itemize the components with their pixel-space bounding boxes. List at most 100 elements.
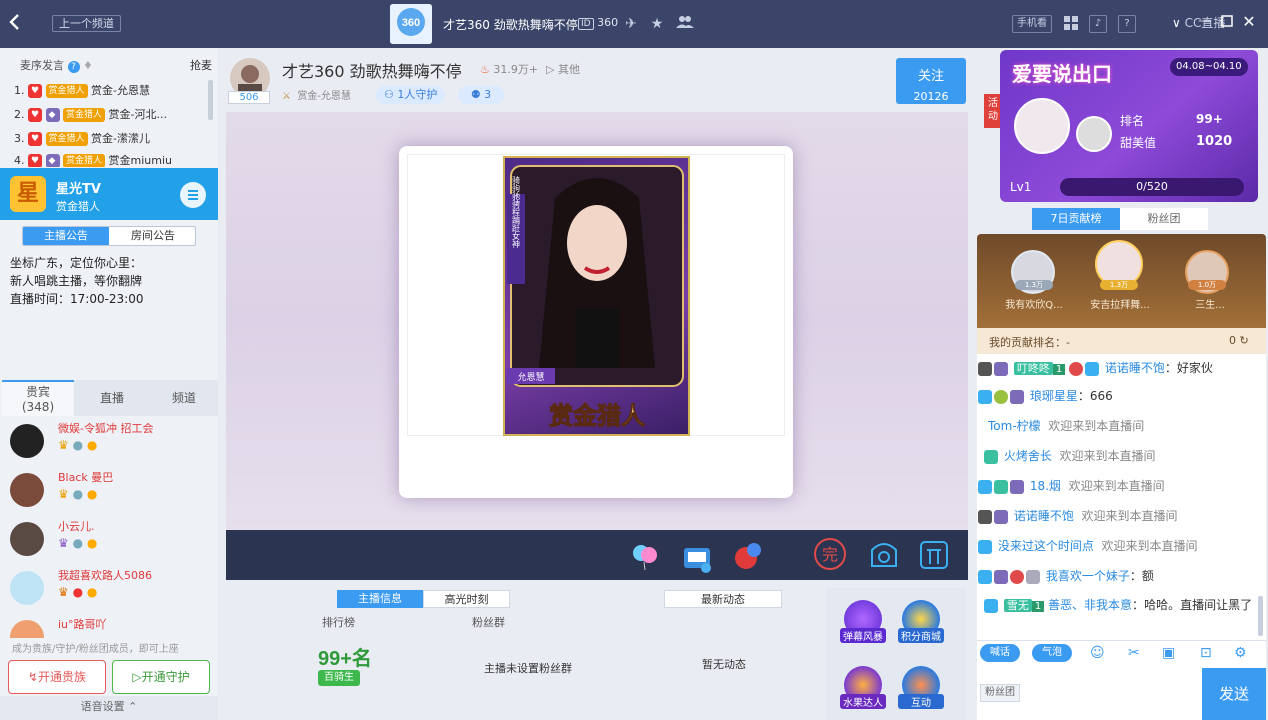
viewer-item[interactable]: 微娱-令狐冲 招工会 ♛ ● ● bbox=[8, 420, 208, 464]
avatar bbox=[10, 571, 44, 605]
mic-rank-row[interactable]: 4. ♥ ◆ 赏金猎人 赏金miumiu bbox=[14, 151, 214, 167]
guard-button[interactable]: ⚇ 1人守护 bbox=[376, 86, 446, 104]
fan-group-tag[interactable]: 粉丝团 bbox=[980, 684, 1020, 702]
shield-badge-icon bbox=[994, 361, 1008, 376]
chat-message[interactable]: 雪无 1 善恶、非我本意：哈哈。直播间让黑了 bbox=[984, 596, 1254, 616]
back-arrow-icon[interactable] bbox=[8, 12, 28, 36]
fruit-master-app[interactable]: 水果达人 bbox=[840, 666, 886, 712]
viewer-item[interactable]: 小云儿. ♛ ● ● bbox=[8, 518, 208, 562]
bubble-button[interactable]: 气泡 bbox=[1032, 644, 1072, 662]
open-noble-button[interactable]: ↯开通贵族 bbox=[8, 660, 106, 694]
emoji-icon[interactable]: ☺ bbox=[1090, 645, 1105, 661]
tab-channel[interactable]: 频道 bbox=[148, 380, 220, 416]
shop-icon[interactable] bbox=[916, 536, 952, 572]
bag-icon[interactable] bbox=[866, 536, 902, 572]
close-icon[interactable]: ✕ bbox=[1240, 13, 1258, 31]
rank-number: 3. bbox=[14, 132, 25, 145]
no-news: 暂无动态 bbox=[702, 658, 746, 671]
speak-button[interactable]: 喊话 bbox=[980, 644, 1020, 662]
grid-icon[interactable] bbox=[1062, 15, 1080, 33]
chat-user[interactable]: 琅琊星星 bbox=[1030, 389, 1078, 403]
voice-settings[interactable]: 语音设置 ⌃ bbox=[0, 696, 218, 720]
minimize-icon[interactable]: — bbox=[1196, 12, 1214, 30]
viewer-tabs: 贵宾 (348) 直播 频道 bbox=[2, 380, 218, 416]
tab-latest-news[interactable]: 最新动态 bbox=[664, 590, 782, 608]
tab-anchor-notice[interactable]: 主播公告 bbox=[23, 227, 109, 245]
chevron-down-icon[interactable]: ∨ bbox=[1172, 16, 1181, 30]
bell-icon[interactable]: ♪ bbox=[1089, 15, 1107, 33]
send-button[interactable]: 发送 bbox=[1202, 668, 1266, 720]
points-mall-app[interactable]: 积分商城 bbox=[898, 600, 944, 646]
help-icon[interactable]: ? bbox=[1118, 15, 1136, 33]
follow-button[interactable]: 关注 20126 bbox=[896, 58, 966, 104]
interact-app[interactable]: 互动 bbox=[898, 666, 944, 712]
chat-message[interactable]: 18.烟 欢迎来到本直播间 bbox=[978, 474, 1263, 502]
chat-input[interactable] bbox=[1030, 672, 1198, 716]
gift-box-icon[interactable] bbox=[680, 540, 714, 574]
chat-user[interactable]: 没来过这个时间点 bbox=[998, 539, 1094, 553]
mic-rank-row[interactable]: 1. ♥ 赏金猎人 赏金-允恩慧 bbox=[14, 80, 214, 102]
viewer-item[interactable]: 我超喜欢路人5086 ♛ ● ● bbox=[8, 567, 208, 611]
menu-icon[interactable] bbox=[180, 182, 206, 208]
chat-user[interactable]: 叮咚咚 bbox=[1013, 362, 1053, 375]
grab-mic-button[interactable]: 抢麦 bbox=[190, 57, 212, 73]
chat-user[interactable]: 18.烟 bbox=[1030, 479, 1061, 493]
banner-sweet-value: 1020 bbox=[1196, 134, 1233, 149]
tab-fan-club[interactable]: 粉丝团 bbox=[1120, 208, 1208, 230]
follow-label: 关注 bbox=[917, 69, 944, 84]
tab-host-info[interactable]: 主播信息 bbox=[337, 590, 423, 608]
chat-user[interactable]: 诺诺睡不饱 bbox=[1105, 361, 1165, 375]
poster-side-text: 骑驹驰骋程蹁跹女神 bbox=[512, 175, 521, 249]
anchor-logo: 星 bbox=[10, 176, 46, 212]
my-rank-value: 0 ↻ bbox=[1229, 334, 1249, 347]
complete-icon[interactable]: 完 bbox=[812, 536, 848, 572]
chat-user[interactable]: 诺诺睡不饱 bbox=[1014, 509, 1074, 523]
fans-button[interactable]: ⚉ 3 bbox=[458, 86, 504, 104]
chat-user[interactable]: 雪无 bbox=[1003, 599, 1032, 612]
tab-7day-contribution[interactable]: 7日贡献榜 bbox=[1032, 208, 1120, 230]
speaker-icon[interactable]: ♦ bbox=[83, 59, 93, 72]
scrollbar[interactable] bbox=[1258, 596, 1263, 636]
lock-icon[interactable]: ⊡ bbox=[1200, 645, 1212, 661]
chat-message[interactable]: 诺诺睡不饱 欢迎来到本直播间 bbox=[978, 504, 1263, 532]
users-icon[interactable] bbox=[676, 15, 694, 33]
event-banner[interactable]: 爱要说出口 04.08~04.10 排名 99+ 甜美值 1020 Lv1 0/… bbox=[1000, 50, 1258, 202]
star-icon[interactable]: ★ bbox=[648, 15, 666, 33]
host-name: 赏金-允恩慧 bbox=[297, 91, 351, 102]
danmaku-storm-app[interactable]: 弹幕风暴 bbox=[840, 600, 886, 646]
tab-highlights[interactable]: 高光时刻 bbox=[423, 590, 510, 608]
dice-gift-icon[interactable] bbox=[732, 540, 764, 572]
chat-message[interactable]: 我喜欢一个妹子：额 bbox=[978, 564, 1263, 592]
image-icon[interactable]: ▣ bbox=[1162, 645, 1175, 661]
chat-message[interactable]: 火烤舍长 欢迎来到本直播间 bbox=[984, 444, 1268, 472]
fire-icon: ♨ bbox=[480, 63, 490, 76]
tab-room-notice[interactable]: 房间公告 bbox=[110, 227, 195, 245]
anchor-card[interactable]: 星 星光TV 赏金猎人 bbox=[0, 168, 218, 220]
chat-message[interactable]: 叮咚咚 1 诺诺睡不饱：好家伙 bbox=[978, 356, 1263, 384]
tab-vip[interactable]: 贵宾 (348) bbox=[2, 380, 74, 416]
balloon-icon[interactable] bbox=[630, 542, 660, 572]
chat-message[interactable]: 琅琊星星：666 bbox=[978, 384, 1263, 412]
scissors-icon[interactable]: ✂ bbox=[1128, 645, 1140, 661]
chat-user[interactable]: 火烤舍长 bbox=[1004, 449, 1052, 463]
open-guard-button[interactable]: ▷开通守护 bbox=[112, 660, 210, 694]
mic-rank-row[interactable]: 2. ♥ ◆ 赏金猎人 赏金-河北... bbox=[14, 104, 214, 126]
previous-channel-button[interactable]: 上一个频道 bbox=[52, 15, 121, 32]
viewer-item[interactable]: iu°路哥吖 bbox=[8, 616, 208, 638]
chat-user[interactable]: 善恶、非我本意 bbox=[1048, 598, 1132, 612]
help-icon[interactable]: ? bbox=[67, 61, 80, 73]
chat-message[interactable]: Tom-柠檬 欢迎来到本直播间 bbox=[988, 414, 1268, 442]
shield-badge-icon bbox=[1010, 479, 1024, 494]
more-link[interactable]: ▷ 其他 bbox=[546, 61, 580, 77]
settings-icon[interactable]: ⚙ bbox=[1234, 645, 1247, 661]
mic-rank-row[interactable]: 3. ♥ 赏金猎人 赏金-潆潆儿 bbox=[14, 128, 214, 150]
viewer-item[interactable]: Black 曼巴 ♛ ● ● bbox=[8, 469, 208, 513]
tab-live[interactable]: 直播 bbox=[76, 380, 148, 416]
phone-watch-button[interactable]: 手机看 bbox=[1012, 15, 1052, 33]
chat-user[interactable]: Tom-柠檬 bbox=[988, 419, 1041, 433]
plane-icon[interactable]: ✈ bbox=[622, 15, 640, 33]
maximize-icon[interactable] bbox=[1218, 14, 1236, 32]
chat-message[interactable]: 没来过这个时间点 欢迎来到本直播间 bbox=[978, 534, 1263, 562]
chat-user[interactable]: 我喜欢一个妹子 bbox=[1046, 569, 1130, 583]
refresh-icon[interactable]: ↻ bbox=[1240, 334, 1249, 347]
